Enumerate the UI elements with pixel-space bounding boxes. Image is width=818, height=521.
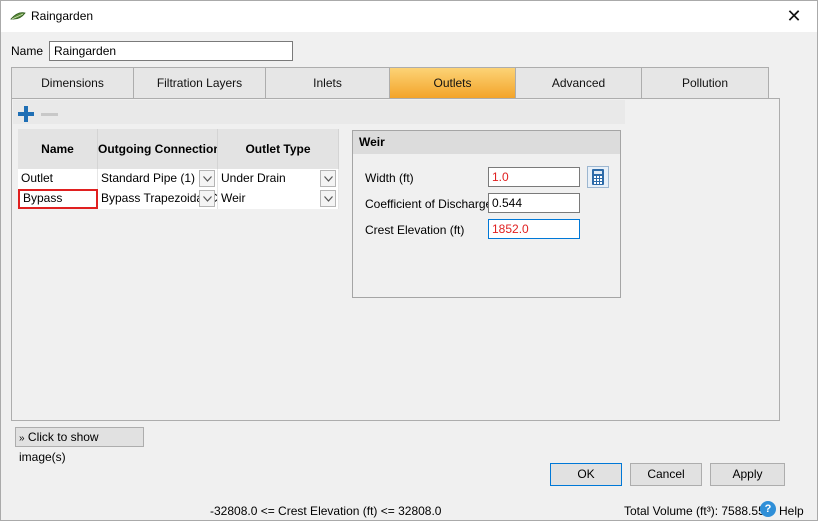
weir-panel-title: Weir — [353, 131, 620, 154]
dialog-window: Raingarden ✕ Name Raingarden Dimensions … — [0, 0, 818, 521]
outgoing-connection-select[interactable]: Bypass Trapezoidal C — [98, 189, 218, 209]
column-header-name[interactable]: Name — [18, 129, 98, 169]
coefficient-of-discharge-input[interactable]: 0.544 — [488, 193, 580, 213]
outlets-panel: Name Outgoing Connection Outlet Type Out… — [11, 98, 780, 421]
double-chevron-down-icon: » — [19, 433, 25, 444]
outlet-type-select[interactable]: Under Drain — [218, 169, 339, 189]
ok-button[interactable]: OK — [550, 463, 622, 486]
tab-dimensions[interactable]: Dimensions — [12, 68, 134, 98]
show-images-label: Click to show image(s) — [19, 430, 99, 464]
width-label: Width (ft) — [365, 171, 414, 185]
chevron-down-icon[interactable] — [199, 190, 215, 207]
outgoing-connection-select[interactable]: Standard Pipe (1) — [98, 169, 218, 189]
tab-advanced[interactable]: Advanced — [516, 68, 642, 98]
calculator-icon — [592, 169, 604, 185]
name-label: Name — [11, 44, 44, 58]
chevron-down-icon[interactable] — [320, 170, 336, 187]
minus-icon[interactable] — [41, 113, 58, 116]
outlet-type-value: Weir — [221, 191, 246, 205]
raingarden-leaf-icon — [10, 12, 26, 20]
show-images-button[interactable]: » Click to show image(s) — [15, 427, 144, 464]
tab-inlets[interactable]: Inlets — [266, 68, 390, 98]
table-row: Outlet Standard Pipe (1) Under Drain — [18, 169, 339, 189]
status-range-text: -32808.0 <= Crest Elevation (ft) <= 3280… — [210, 504, 442, 518]
outgoing-connection-value: Standard Pipe (1) — [101, 171, 196, 185]
chevron-down-icon[interactable] — [320, 190, 336, 207]
chevron-down-icon[interactable] — [199, 170, 215, 187]
outlet-name-cell-selected[interactable]: Bypass — [18, 189, 98, 209]
tab-outlets[interactable]: Outlets — [390, 68, 516, 98]
plus-icon[interactable] — [18, 106, 34, 122]
outlets-grid: Name Outgoing Connection Outlet Type Out… — [18, 129, 339, 209]
outlet-toolbar — [13, 100, 625, 124]
outlet-name-cell[interactable]: Outlet — [18, 169, 98, 189]
name-input[interactable]: Raingarden — [49, 41, 293, 61]
status-total-volume: Total Volume (ft³): 7588.550 — [624, 504, 772, 518]
close-button[interactable]: ✕ — [771, 1, 817, 32]
tab-pollution[interactable]: Pollution — [642, 68, 768, 98]
cancel-button[interactable]: Cancel — [630, 463, 702, 486]
title-bar: Raingarden ✕ — [1, 1, 817, 32]
apply-button[interactable]: Apply — [710, 463, 785, 486]
table-row: Bypass Bypass Trapezoidal C Weir — [18, 189, 339, 209]
crest-elevation-label: Crest Elevation (ft) — [365, 223, 465, 237]
column-header-outgoing-connection[interactable]: Outgoing Connection — [98, 129, 218, 169]
weir-properties-panel: Weir Width (ft) 1.0 Coefficient of Disch… — [352, 130, 621, 298]
tab-filtration-layers[interactable]: Filtration Layers — [134, 68, 266, 98]
width-input[interactable]: 1.0 — [488, 167, 580, 187]
help-link[interactable]: Help — [779, 504, 804, 518]
help-icon[interactable]: ? — [760, 501, 776, 517]
window-title: Raingarden — [31, 9, 94, 23]
calculator-button[interactable] — [587, 166, 609, 188]
outlet-type-select[interactable]: Weir — [218, 189, 339, 209]
grid-header: Name Outgoing Connection Outlet Type — [18, 129, 339, 169]
outlet-type-value: Under Drain — [221, 171, 286, 185]
column-header-outlet-type[interactable]: Outlet Type — [218, 129, 339, 169]
crest-elevation-input[interactable]: 1852.0 — [488, 219, 580, 239]
tab-strip: Dimensions Filtration Layers Inlets Outl… — [11, 67, 769, 99]
coefficient-of-discharge-label: Coefficient of Discharge — [365, 197, 493, 211]
